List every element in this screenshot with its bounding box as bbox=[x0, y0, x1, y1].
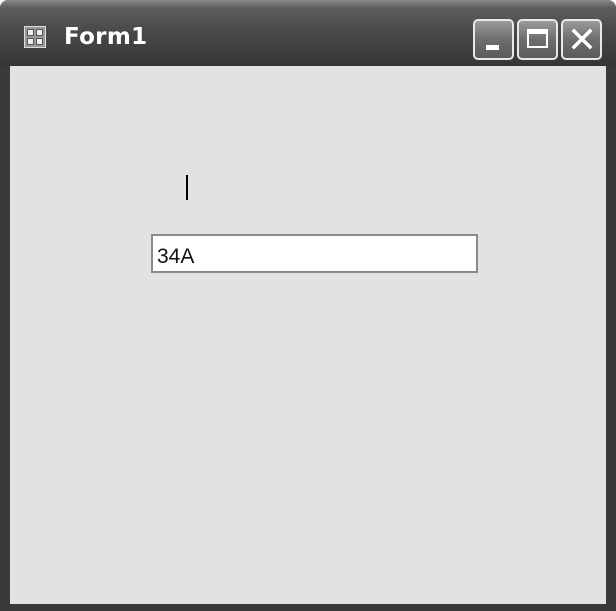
window-title: Form1 bbox=[64, 24, 148, 50]
form-window-icon[interactable] bbox=[24, 26, 46, 48]
title-bar[interactable]: Form1 bbox=[0, 0, 616, 66]
close-icon bbox=[571, 28, 593, 50]
close-button[interactable] bbox=[561, 19, 602, 60]
text-input[interactable] bbox=[151, 234, 478, 273]
form1-window: Form1 bbox=[0, 0, 616, 611]
minimize-icon bbox=[486, 45, 499, 50]
form-client-area bbox=[10, 66, 606, 604]
maximize-icon bbox=[527, 29, 548, 48]
maximize-button[interactable] bbox=[517, 19, 558, 60]
minimize-button[interactable] bbox=[473, 19, 514, 60]
text-caret bbox=[186, 175, 188, 200]
